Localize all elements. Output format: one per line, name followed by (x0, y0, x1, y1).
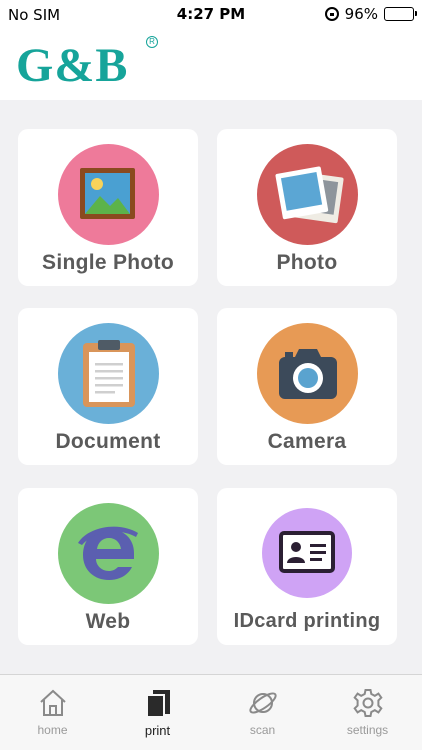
document-label: Document (55, 430, 161, 453)
framed-picture-icon (58, 144, 159, 245)
photo-label: Photo (276, 251, 338, 274)
gear-icon (353, 689, 383, 717)
camera-icon (257, 323, 358, 424)
home-icon (40, 689, 66, 716)
planet-icon (249, 692, 277, 714)
battery-percent: 96% (344, 5, 378, 23)
brand-logo: G&B (16, 39, 129, 92)
tab-home-label: home (37, 723, 68, 737)
id-card-icon (262, 508, 352, 598)
print-icon (146, 690, 170, 718)
camera-label: Camera (267, 430, 347, 453)
idcard-printing-card[interactable]: IDcard printing (217, 488, 397, 645)
web-card[interactable]: Web (18, 488, 198, 645)
registered-mark: R (146, 36, 158, 48)
tab-print[interactable]: print (105, 675, 210, 750)
tab-settings-label: settings (346, 723, 389, 737)
tab-bar: home print scan settings (0, 674, 422, 750)
app-header: G&B R (0, 30, 422, 100)
status-indicators: 96% (324, 5, 417, 23)
tab-print-label: print (144, 723, 171, 738)
tab-settings[interactable]: settings (315, 675, 420, 750)
web-label: Web (85, 610, 131, 633)
photo-card[interactable]: Photo (217, 129, 397, 286)
idcard-printing-label: IDcard printing (233, 610, 381, 632)
camera-card[interactable]: Camera (217, 308, 397, 465)
browser-e-icon (58, 503, 159, 604)
battery-icon (384, 7, 417, 21)
rotation-lock-icon (324, 7, 339, 21)
single-photo-card[interactable]: Single Photo (18, 129, 198, 286)
status-bar: No SIM 4:27 PM 96% (0, 0, 422, 30)
clipboard-icon (58, 323, 159, 424)
tab-scan[interactable]: scan (210, 675, 315, 750)
photos-stack-icon (257, 144, 358, 245)
document-card[interactable]: Document (18, 308, 198, 465)
tab-home[interactable]: home (0, 675, 105, 750)
tab-scan-label: scan (249, 723, 276, 737)
single-photo-label: Single Photo (42, 251, 174, 274)
